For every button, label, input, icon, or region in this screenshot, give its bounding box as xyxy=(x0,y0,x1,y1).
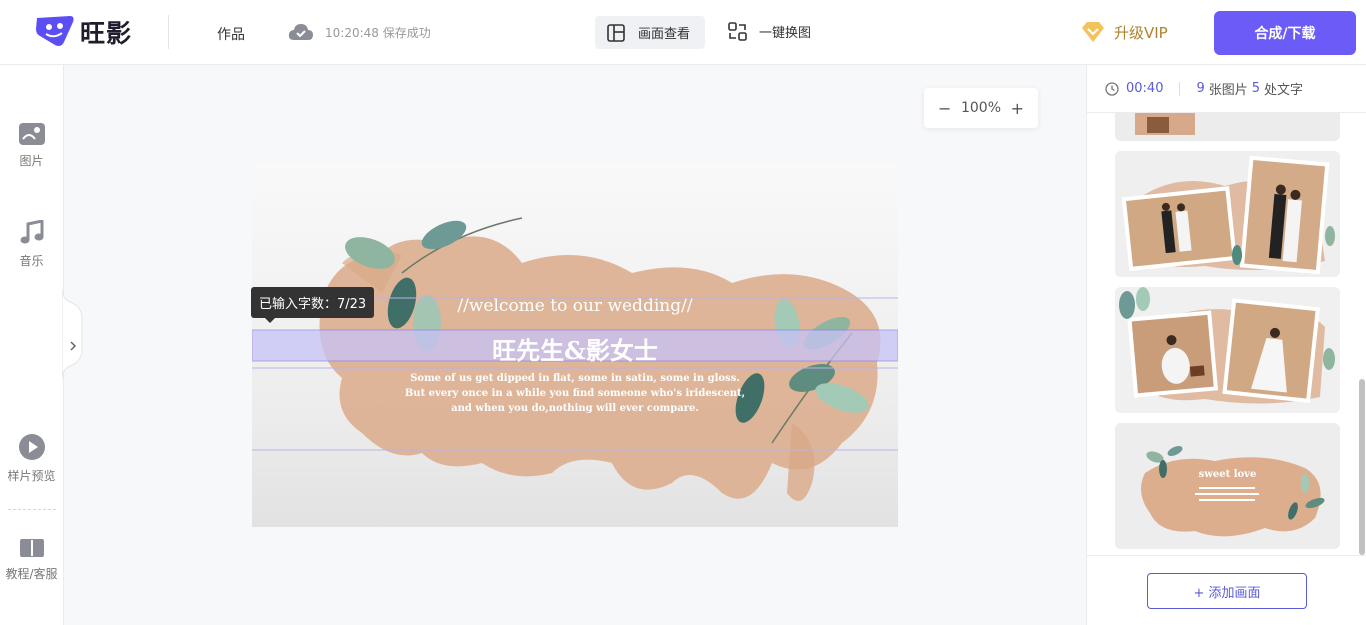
logo-text: 旺影 xyxy=(80,14,132,50)
char-count-tooltip: 已输入字数：7/23 xyxy=(251,287,374,318)
save-time-text: 10:20:48 保存成功 xyxy=(325,24,431,41)
sidebar-item-tutorial[interactable]: 教程/客服 xyxy=(0,537,63,582)
sidebar-divider xyxy=(8,509,56,510)
works-link[interactable]: 作品 xyxy=(217,24,245,44)
diamond-icon xyxy=(1080,20,1106,44)
editor-canvas[interactable]: //welcome to our wedding// 旺先生&影女士 Some … xyxy=(252,163,898,527)
image-count: 9 xyxy=(1196,81,1204,96)
body-line: But every once in a while you find someo… xyxy=(252,386,898,401)
zoom-out-button[interactable]: − xyxy=(938,99,951,118)
sidebar-item-music-label: 音乐 xyxy=(19,252,43,269)
image-icon xyxy=(18,122,46,146)
top-header: 旺影 作品 10:20:48 保存成功 画面查看 一键换图 升级VIP xyxy=(0,0,1366,65)
scene-summary: 00:40 9 张图片 5 处文字 xyxy=(1087,65,1366,113)
scene-panel-footer: + 添加画面 xyxy=(1087,555,1366,625)
view-screen-button[interactable]: 画面查看 xyxy=(595,16,705,49)
swap-image-label: 一键换图 xyxy=(759,22,811,41)
total-duration: 00:40 xyxy=(1126,81,1163,96)
zoom-level: 100% xyxy=(961,100,1001,116)
thumbnail-title: sweet love xyxy=(1115,469,1340,480)
upgrade-vip-label: 升级VIP xyxy=(1114,22,1168,43)
header-divider xyxy=(168,15,169,49)
cloud-check-icon xyxy=(288,22,314,42)
sidebar-item-images[interactable]: 图片 xyxy=(0,122,63,169)
couple-names-text[interactable]: 旺先生&影女士 xyxy=(252,331,898,366)
book-icon xyxy=(19,537,45,559)
scene-panel: 00:40 9 张图片 5 处文字 xyxy=(1086,65,1366,625)
upgrade-vip-button[interactable]: 升级VIP xyxy=(1080,20,1168,44)
zoom-control: − 100% + xyxy=(924,88,1038,128)
swap-image-button[interactable]: 一键换图 xyxy=(728,22,811,41)
logo-icon xyxy=(34,14,76,50)
body-line: Some of us get dipped in flat, some in s… xyxy=(252,371,898,386)
view-screen-label: 画面查看 xyxy=(638,23,690,42)
sidebar-item-preview[interactable]: 样片预览 xyxy=(0,433,63,484)
scene-thumbnail-art xyxy=(1115,423,1340,549)
save-status: 10:20:48 保存成功 xyxy=(288,22,431,42)
scene-thumbnail-art xyxy=(1115,113,1340,141)
scene-thumbnail[interactable] xyxy=(1115,113,1340,141)
sidebar-item-preview-label: 样片预览 xyxy=(7,467,55,484)
text-count-label: 处文字 xyxy=(1264,79,1303,98)
text-count: 5 xyxy=(1252,81,1260,96)
zoom-in-button[interactable]: + xyxy=(1011,99,1024,118)
body-text[interactable]: Some of us get dipped in flat, some in s… xyxy=(252,371,898,416)
scene-list-scrollbar[interactable] xyxy=(1359,379,1365,555)
scene-thumbnail[interactable] xyxy=(1115,151,1340,277)
play-icon xyxy=(18,433,46,461)
left-sidebar: 图片 音乐 样片预览 教程/客服 xyxy=(0,65,64,625)
swap-icon xyxy=(728,22,747,41)
scene-thumbnail[interactable] xyxy=(1115,287,1340,413)
scene-thumbnail-art xyxy=(1115,287,1340,413)
clock-icon xyxy=(1105,82,1119,96)
sidebar-item-music[interactable]: 音乐 xyxy=(0,220,63,269)
add-scene-button[interactable]: + 添加画面 xyxy=(1147,573,1307,609)
app-logo[interactable]: 旺影 xyxy=(34,14,132,50)
sidebar-item-images-label: 图片 xyxy=(19,152,43,169)
body-line: and when you do,nothing will ever compar… xyxy=(252,401,898,416)
image-count-label: 张图片 xyxy=(1209,79,1248,98)
layout-icon xyxy=(607,24,625,42)
sidebar-item-tutorial-label: 教程/客服 xyxy=(5,565,57,582)
sidebar-expand-toggle[interactable] xyxy=(62,289,84,379)
music-icon xyxy=(19,220,45,246)
scene-thumbnail-active[interactable]: sweet love xyxy=(1115,423,1340,549)
scene-thumbnail-art xyxy=(1115,151,1340,277)
summary-divider xyxy=(1179,82,1180,96)
export-download-button[interactable]: 合成/下载 xyxy=(1214,11,1356,55)
